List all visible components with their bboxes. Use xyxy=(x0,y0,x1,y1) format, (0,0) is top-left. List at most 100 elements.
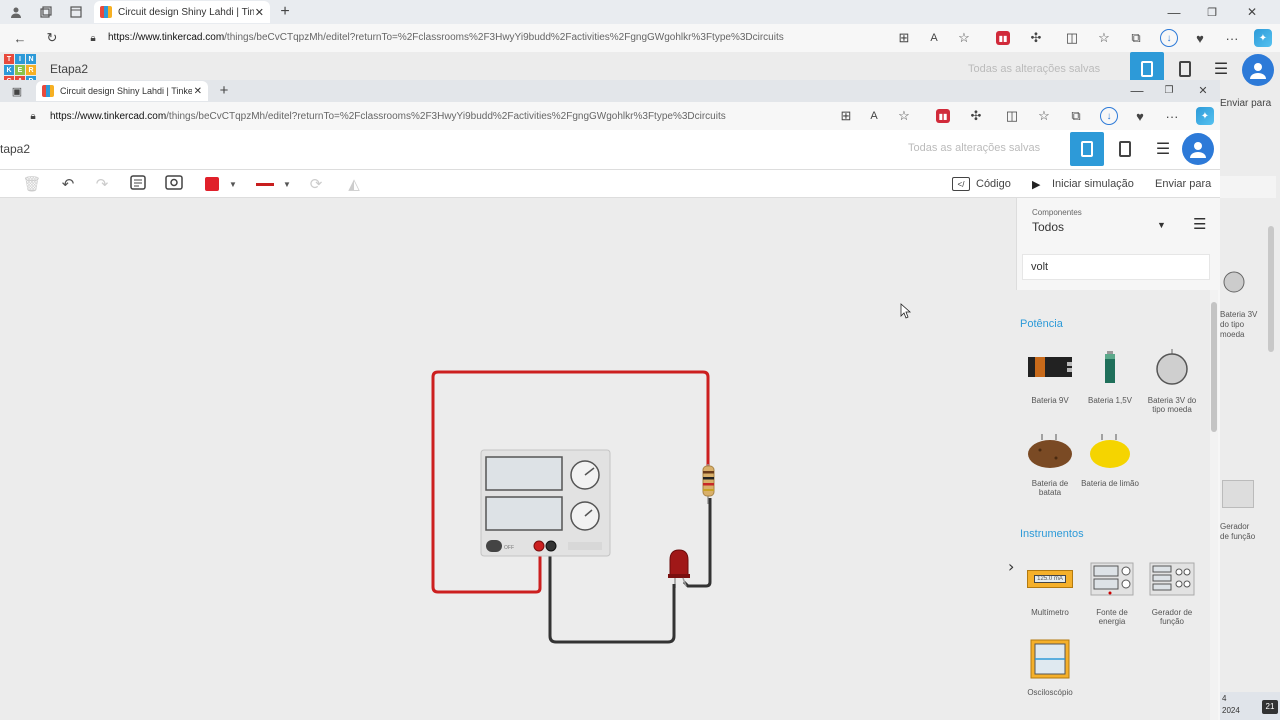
components-dropdown[interactable]: Todos xyxy=(1032,220,1064,234)
chip-icon xyxy=(1179,61,1191,77)
rotate-icon[interactable]: ⟳ xyxy=(306,174,326,194)
coin-battery-icon xyxy=(1146,342,1198,392)
lock-icon[interactable]: 🔒︎ xyxy=(26,108,40,124)
notes-icon[interactable] xyxy=(128,174,148,194)
negative-terminal[interactable] xyxy=(545,540,557,552)
inner-project-name[interactable]: tapa2 xyxy=(0,142,30,156)
inner-tab-bar: ▣ Circuit design Shiny Lahdi | Tinke ✕ +… xyxy=(0,80,1220,102)
color-dropdown-icon[interactable]: ▼ xyxy=(228,176,238,192)
close-tab-icon[interactable]: ✕ xyxy=(194,86,202,97)
favorite-star-icon[interactable]: ☆ xyxy=(956,30,972,46)
tinkercad-favicon xyxy=(100,6,112,18)
minimize-icon[interactable]: — xyxy=(1130,83,1144,98)
close-window-icon[interactable]: ✕ xyxy=(1244,4,1260,20)
component-lemon-battery[interactable]: Bateria de limão xyxy=(1081,425,1139,488)
refresh-icon[interactable]: ↻ xyxy=(44,30,60,46)
inner-browser-tab[interactable]: Circuit design Shiny Lahdi | Tinke ✕ xyxy=(36,81,208,101)
tab-actions-icon[interactable]: ▣ xyxy=(10,83,24,99)
component-search-field[interactable]: volt xyxy=(1022,254,1210,280)
collapse-panel-icon[interactable]: › xyxy=(1008,557,1014,576)
copilot-icon[interactable]: ✦ xyxy=(1254,29,1272,47)
new-tab-icon[interactable]: + xyxy=(276,3,294,21)
black-wire-supply-led[interactable] xyxy=(548,546,676,644)
extensions-icon[interactable]: ✣ xyxy=(1028,30,1044,46)
outer-project-name[interactable]: Etapa2 xyxy=(50,62,88,76)
close-tab-icon[interactable]: ✕ xyxy=(255,6,264,19)
back-arrow-icon[interactable]: ← xyxy=(12,30,28,46)
chevron-down-icon[interactable]: ▼ xyxy=(1157,220,1166,230)
oscilloscope-label: Osciloscópio xyxy=(1027,688,1073,697)
component-battery-9v[interactable]: Bateria 9V xyxy=(1021,342,1079,405)
outer-tab-title: Circuit design Shiny Lahdi | Tinke xyxy=(118,6,254,18)
performance-icon[interactable]: ♥ xyxy=(1192,30,1208,46)
app-available-icon[interactable]: ⊞ xyxy=(838,108,854,124)
lemon-battery-label: Bateria de limão xyxy=(1081,479,1139,488)
read-aloud-icon[interactable]: A xyxy=(866,108,882,124)
component-oscilloscope[interactable]: Osciloscópio xyxy=(1021,634,1079,697)
undo-icon[interactable]: ↶ xyxy=(58,174,78,194)
tab-actions-icon[interactable] xyxy=(68,4,84,20)
red-led[interactable] xyxy=(668,549,690,588)
component-power-supply[interactable]: Fonte de energia xyxy=(1083,554,1141,626)
play-icon: ▶ xyxy=(1032,179,1041,191)
color-swatch-red[interactable] xyxy=(205,177,219,191)
chip-icon xyxy=(1081,141,1093,157)
split-screen-icon[interactable]: ◫ xyxy=(1004,108,1020,124)
delete-icon[interactable]: 🗑︎ xyxy=(22,174,42,194)
multimeter-reading: 125.0 mA xyxy=(1034,575,1066,583)
collections-icon[interactable]: ⧉ xyxy=(1128,30,1144,46)
component-multimeter[interactable]: 125.0 mA Multímetro xyxy=(1021,554,1079,617)
send-to-button[interactable]: Enviar para xyxy=(1155,178,1211,190)
minimize-icon[interactable]: — xyxy=(1166,4,1182,20)
inner-saved-status: Todas as alterações salvas xyxy=(908,142,1041,154)
mirror-icon[interactable]: ◭ xyxy=(344,174,364,194)
outer-coin-battery-label: Bateria 3V do tipo moeda xyxy=(1220,310,1258,339)
positive-terminal[interactable] xyxy=(533,540,545,552)
profile-icon[interactable] xyxy=(8,4,24,20)
outer-function-gen-thumb[interactable] xyxy=(1222,480,1254,508)
app-available-icon[interactable]: ⊞ xyxy=(896,30,912,46)
start-simulation-button[interactable]: Iniciar simulação xyxy=(1052,178,1134,190)
maximize-icon[interactable]: ❐ xyxy=(1162,83,1176,97)
outer-avatar[interactable] xyxy=(1242,54,1274,86)
component-function-generator[interactable]: Gerador de função xyxy=(1143,554,1201,626)
redo-icon[interactable]: ↷ xyxy=(92,174,112,194)
power-supply[interactable] xyxy=(480,449,611,557)
wire-style-icon[interactable] xyxy=(256,183,274,186)
panel-scrollbar-track[interactable] xyxy=(1210,290,1218,720)
notification-badge[interactable]: 21 xyxy=(1262,700,1278,714)
extension-red-icon[interactable]: ▮▮ xyxy=(996,31,1010,45)
view-notes-icon[interactable] xyxy=(164,174,184,194)
favorites-icon[interactable]: ☆ xyxy=(1096,30,1112,46)
split-screen-icon[interactable]: ◫ xyxy=(1064,30,1080,46)
panel-scrollbar-thumb[interactable] xyxy=(1211,302,1217,432)
workspaces-icon[interactable] xyxy=(38,4,54,20)
outer-scrollbar[interactable] xyxy=(1268,226,1274,352)
list-toggle-icon[interactable]: ☰ xyxy=(1193,215,1206,233)
new-tab-icon[interactable]: + xyxy=(216,82,232,99)
component-battery-1-5v[interactable]: Bateria 1,5V xyxy=(1081,342,1139,405)
outer-url-text[interactable]: https://www.tinkercad.com/things/beCvCTq… xyxy=(108,32,784,43)
downloads-icon[interactable]: ↓ xyxy=(1160,29,1178,47)
outer-coin-battery-thumb[interactable] xyxy=(1222,266,1246,294)
tinkercad-favicon xyxy=(42,85,54,97)
read-aloud-icon[interactable]: A xyxy=(926,30,942,46)
inner-url-text[interactable]: https://www.tinkercad.com/things/beCvCTq… xyxy=(50,111,726,122)
circuit-canvas[interactable]: OFF › xyxy=(0,198,1016,720)
component-potato-battery[interactable]: Bateria de batata xyxy=(1021,425,1079,497)
extensions-icon[interactable]: ✣ xyxy=(968,108,984,124)
more-options-icon[interactable]: ··· xyxy=(1224,30,1240,46)
component-coin-battery[interactable]: Bateria 3V do tipo moeda xyxy=(1143,342,1201,414)
coin-battery-label: Bateria 3V do tipo moeda xyxy=(1147,396,1197,414)
lock-icon[interactable]: 🔒︎ xyxy=(86,30,100,46)
extension-red-icon[interactable]: ▮▮ xyxy=(936,109,950,123)
favorite-star-icon[interactable]: ☆ xyxy=(896,108,912,124)
outer-send-to-label[interactable]: Enviar para xyxy=(1220,98,1271,109)
potato-battery-label: Bateria de batata xyxy=(1031,479,1069,497)
code-button[interactable]: Código xyxy=(976,178,1011,190)
outer-search-stub xyxy=(1220,176,1276,198)
close-window-icon[interactable]: ✕ xyxy=(1196,83,1210,97)
wire-dropdown-icon[interactable]: ▼ xyxy=(282,176,292,192)
maximize-icon[interactable]: ❐ xyxy=(1204,4,1220,20)
outer-browser-tab[interactable]: Circuit design Shiny Lahdi | Tinke ✕ xyxy=(94,1,270,23)
